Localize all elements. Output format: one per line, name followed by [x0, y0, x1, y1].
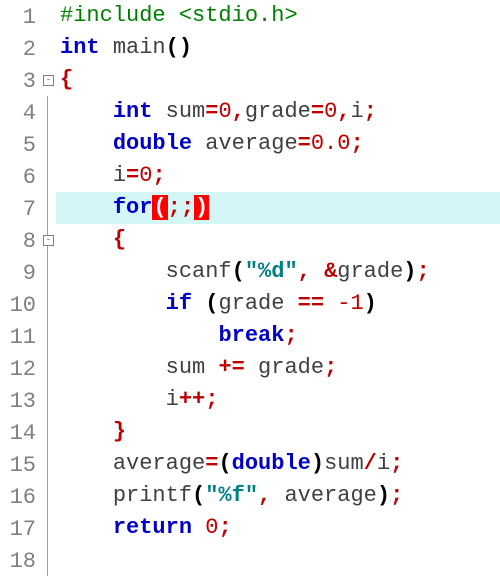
function-call: printf [113, 483, 192, 508]
line-number: 3 [2, 66, 36, 98]
code-line[interactable]: break; [56, 320, 500, 352]
close-brace: } [113, 419, 126, 444]
open-brace: { [60, 67, 73, 92]
keyword: int [113, 99, 153, 124]
keyword: double [232, 451, 311, 476]
code-line[interactable]: average=(double)sum/i; [56, 448, 500, 480]
fold-column: - - [42, 0, 56, 580]
line-number: 1 [2, 2, 36, 34]
string-literal: "%d" [245, 259, 298, 284]
line-number: 16 [2, 482, 36, 514]
code-line-current[interactable]: for(;;) [56, 192, 500, 224]
fold-toggle-icon[interactable]: - [43, 75, 54, 86]
code-line[interactable]: if (grade == -1) [56, 288, 500, 320]
code-line[interactable]: scanf("%d", &grade); [56, 256, 500, 288]
keyword: return [113, 515, 192, 540]
code-line[interactable]: double average=0.0; [56, 128, 500, 160]
function-name: main [113, 35, 166, 60]
code-line[interactable]: printf("%f", average); [56, 480, 500, 512]
line-number: 4 [2, 98, 36, 130]
preprocessor: #include [60, 3, 166, 28]
code-line[interactable]: return 0; [56, 512, 500, 544]
include-path: <stdio.h> [179, 3, 298, 28]
line-number: 13 [2, 386, 36, 418]
fold-toggle-icon[interactable]: - [43, 235, 54, 246]
line-number: 8 [2, 226, 36, 258]
line-number: 9 [2, 258, 36, 290]
code-line[interactable]: { [56, 64, 500, 96]
keyword: if [166, 291, 192, 316]
bracket-match-icon: ( [152, 195, 167, 220]
code-line[interactable]: { [56, 224, 500, 256]
code-line[interactable]: i=0; [56, 160, 500, 192]
line-number: 17 [2, 514, 36, 546]
code-line[interactable]: sum += grade; [56, 352, 500, 384]
line-number: 7 [2, 194, 36, 226]
code-line[interactable]: } [56, 416, 500, 448]
bracket-match-icon: ) [194, 195, 209, 220]
code-line[interactable]: int main() [56, 32, 500, 64]
keyword: double [113, 131, 192, 156]
line-number: 11 [2, 322, 36, 354]
code-line[interactable]: i++; [56, 384, 500, 416]
code-editor[interactable]: 1 2 3 4 5 6 7 8 9 10 11 12 13 14 15 16 1… [0, 0, 500, 580]
line-number: 12 [2, 354, 36, 386]
code-line[interactable] [56, 544, 500, 576]
keyword: for [113, 195, 153, 220]
keyword: int [60, 35, 100, 60]
line-number: 5 [2, 130, 36, 162]
code-line[interactable]: int sum=0,grade=0,i; [56, 96, 500, 128]
line-number-gutter: 1 2 3 4 5 6 7 8 9 10 11 12 13 14 15 16 1… [0, 0, 42, 580]
code-line[interactable]: #include <stdio.h> [56, 0, 500, 32]
line-number: 2 [2, 34, 36, 66]
keyword: break [218, 323, 284, 348]
function-call: scanf [166, 259, 232, 284]
line-number: 14 [2, 418, 36, 450]
line-number: 6 [2, 162, 36, 194]
line-number: 10 [2, 290, 36, 322]
line-number: 15 [2, 450, 36, 482]
string-literal: "%f" [205, 483, 258, 508]
line-number: 18 [2, 546, 36, 578]
open-brace: { [113, 227, 126, 252]
code-area[interactable]: #include <stdio.h> int main() { int sum=… [56, 0, 500, 580]
